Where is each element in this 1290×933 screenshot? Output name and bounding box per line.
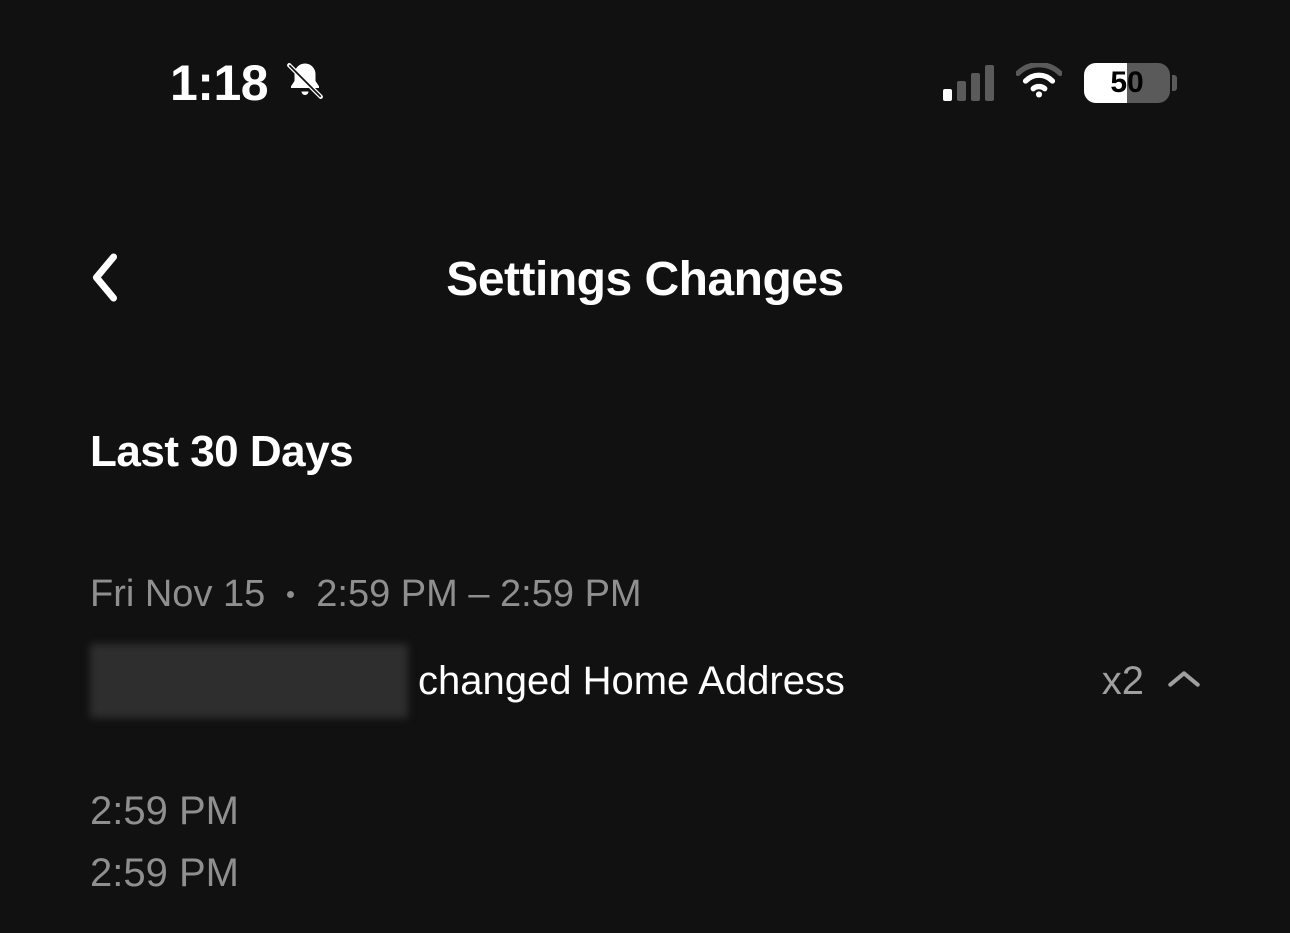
page-title: Settings Changes <box>446 252 843 307</box>
history-section: Last 30 Days Fri Nov 15 2:59 PM – 2:59 P… <box>0 427 1290 904</box>
wifi-icon <box>1016 63 1062 104</box>
battery-icon: 50 <box>1084 63 1170 103</box>
cellular-icon <box>943 65 994 101</box>
redacted-actor <box>90 644 408 718</box>
expanded-times: 2:59 PM 2:59 PM <box>90 780 1200 904</box>
event-date: Fri Nov 15 <box>90 573 265 616</box>
event-time-entry: 2:59 PM <box>90 842 1200 904</box>
nav-header: Settings Changes <box>0 252 1290 307</box>
battery-percent: 50 <box>1084 66 1170 100</box>
status-time: 1:18 <box>170 54 268 112</box>
event-time-range: 2:59 PM – 2:59 PM <box>316 573 641 616</box>
bell-slash-icon <box>284 60 326 107</box>
section-heading: Last 30 Days <box>90 427 1200 477</box>
separator-dot <box>287 591 294 598</box>
back-button[interactable] <box>90 253 120 306</box>
event-count: x2 <box>1102 659 1144 704</box>
chevron-left-icon <box>90 253 120 301</box>
event-row[interactable]: changed Home Address x2 <box>90 644 1200 718</box>
chevron-up-icon[interactable] <box>1168 669 1200 694</box>
event-action: changed Home Address <box>418 659 1102 704</box>
event-time-entry: 2:59 PM <box>90 780 1200 842</box>
status-bar: 1:18 <box>0 0 1290 112</box>
event-meta: Fri Nov 15 2:59 PM – 2:59 PM <box>90 573 1200 616</box>
